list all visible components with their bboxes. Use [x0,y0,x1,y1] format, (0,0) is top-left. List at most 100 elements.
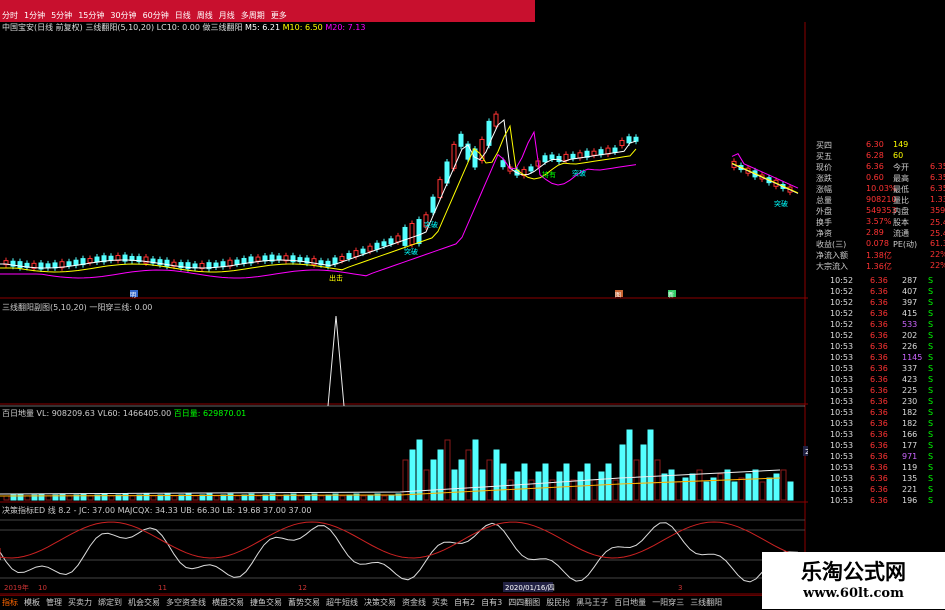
indicator-tab-0[interactable]: 指标 [2,597,18,608]
volume-bar [45,495,52,501]
indicator-tab-17[interactable]: 股民抬 [546,597,570,608]
candle [234,259,240,265]
volume-bar [752,469,759,501]
volume-bar [192,495,199,501]
candle [87,258,93,264]
candle [402,226,408,246]
indicator-tab-11[interactable]: 决策交易 [364,597,396,608]
event-tag-1: 图 [615,292,621,299]
volume-bar [276,495,283,501]
volume-bar [619,444,626,501]
volume-bar [605,463,612,501]
candle [332,257,338,265]
candle [346,253,352,260]
candle [381,241,387,247]
volume-bar [731,481,738,501]
tick-row-16: 10:53 6.36 971 S [830,452,934,461]
tick-row-3: 10:52 6.36 415 S [830,309,934,318]
volume-bar [514,471,521,501]
indicator-tab-4[interactable]: 绑定到 [98,597,122,608]
indicator-tab-1[interactable]: 模板 [24,597,40,608]
indicator-tab-2[interactable]: 管理 [46,597,62,608]
candle [262,255,268,262]
pane4-title: 决策指标ED 线 8.2 - JC: 37.00 MAJCQX: 34.33 U… [2,506,312,515]
volume-bar [171,495,178,501]
candle [241,257,247,264]
event-tag-2: 新 [668,291,674,299]
volume-bar [346,494,353,501]
volume-bar [206,493,213,501]
candle [458,133,464,147]
indicator-tab-6[interactable]: 多空资金线 [166,597,206,608]
indicator-tab-19[interactable]: 百日地量 [614,597,646,608]
volume-bar [3,495,10,501]
volume-bar [689,473,696,501]
volume-bar [479,469,486,501]
volume-bar [297,495,304,501]
indicator-tab-20[interactable]: 一阳穿三 [652,597,684,608]
indicator-tab-15[interactable]: 自有3 [481,597,502,608]
tick-row-6: 10:53 6.36 226 S [830,342,934,351]
quote-stat-2: 涨幅10.03%最低6.35 [816,184,945,194]
volume-bar [710,477,717,501]
volume-bar [122,493,129,501]
volume-bar [388,494,395,501]
indicator-tab-12[interactable]: 资金线 [402,597,426,608]
volume-bar [759,481,766,501]
signal-marker-3: 持有 [542,170,556,179]
candle [612,147,618,153]
candle [395,235,401,243]
indicator-tab-21[interactable]: 三线翻阳 [690,597,722,608]
tick-row-14: 10:53 6.36 166 S [830,430,934,439]
volume-bar [528,479,535,501]
volume-bar [24,495,31,501]
indicator-tab-3[interactable]: 买卖力 [68,597,92,608]
volume-bar [409,449,416,501]
candle [626,136,632,144]
date-label-5: 3 [678,584,682,592]
indicator-tab-18[interactable]: 黑马王子 [576,597,608,608]
volume-bar [556,471,563,501]
volume-bar [66,495,73,501]
quote-stat-4: 外盘549353内盘359856 [816,206,945,216]
candle [591,150,597,156]
signal-marker-4: 突破 [572,168,586,177]
ma5-line [0,119,799,269]
volume-bar [129,495,136,501]
candle [493,113,499,127]
indicator-tab-9[interactable]: 蓄势交易 [288,597,320,608]
volume-bar [661,473,668,501]
candle [437,179,443,199]
candle [255,256,261,262]
volume-bar [500,463,507,501]
volume-bar [339,495,346,501]
signal-marker-0: 出击 [329,273,343,282]
candle [577,152,583,159]
signal-marker-2: 突破 [424,220,438,229]
volume-bar [164,493,171,501]
candle [416,219,422,245]
volume-bar [59,493,66,501]
quote-stat-1: 涨跌0.60最高6.35 [816,173,945,183]
indicator-tab-5[interactable]: 机会交易 [128,597,160,608]
tick-row-20: 10:53 6.36 196 S [830,496,934,505]
indicator-tab-16[interactable]: 四四翻图 [508,597,540,608]
candle [73,259,79,266]
volume-bar [108,495,115,501]
date-label-1: 10 [38,584,47,592]
volume-bar [430,459,437,501]
indicator-tab-8[interactable]: 捷鱼交易 [250,597,282,608]
date-label-0: 2019年 [4,583,29,592]
volume-bar [521,463,528,501]
quote-stat-3: 总量908210量比1.33 [816,195,945,205]
indicator-tab-14[interactable]: 自有2 [454,597,475,608]
volume-bar [318,495,325,501]
volume-bar [633,459,640,501]
volume-bar [423,469,430,501]
volume-bar [17,493,24,501]
pane2-spike [327,315,345,407]
indicator-tab-7[interactable]: 横盘交易 [212,597,244,608]
quote-stat-0: 现价6.36今开6.35 [816,162,945,172]
indicator-tab-13[interactable]: 买卖 [432,597,448,608]
indicator-tab-10[interactable]: 超牛短线 [326,597,358,608]
